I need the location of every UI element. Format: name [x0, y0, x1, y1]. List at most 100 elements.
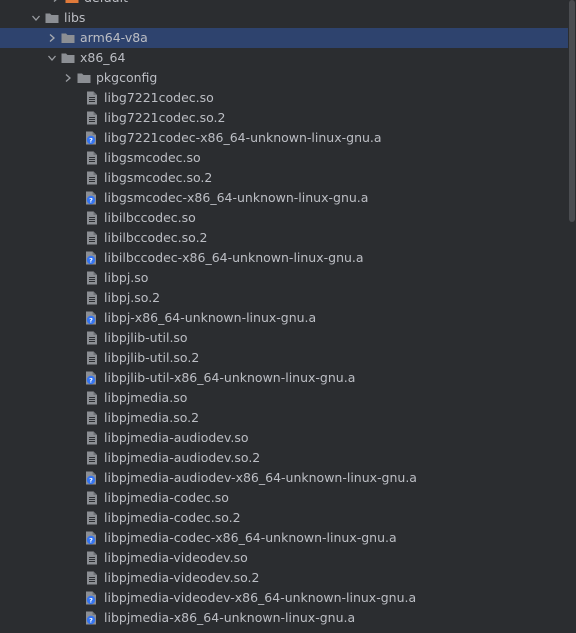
folder-icon	[64, 0, 80, 8]
file-icon	[84, 268, 100, 288]
scrollbar-thumb[interactable]	[569, 0, 575, 222]
file-label: libpjmedia-videodev.so.2	[104, 570, 260, 585]
svg-text:?: ?	[89, 136, 93, 144]
file-icon	[84, 88, 100, 108]
file-row[interactable]: libpjmedia-codec.so	[0, 488, 568, 508]
file-row[interactable]: libpjmedia.so	[0, 388, 568, 408]
file-label: libpjmedia-audiodev-x86_64-unknown-linux…	[104, 470, 417, 485]
folder-icon	[76, 68, 92, 88]
file-icon	[84, 228, 100, 248]
chevron-down-icon[interactable]	[28, 8, 44, 28]
file-label: libpj.so	[104, 270, 149, 285]
file-row[interactable]: libilbccodec.so.2	[0, 228, 568, 248]
tree-row-arm64-v8a[interactable]: arm64-v8a	[0, 28, 568, 48]
file-label: libpj-x86_64-unknown-linux-gnu.a	[104, 310, 317, 325]
file-row[interactable]: libpjmedia.so.2	[0, 408, 568, 428]
file-icon	[84, 408, 100, 428]
folder-icon	[44, 8, 60, 28]
svg-text:?: ?	[89, 376, 93, 384]
file-row[interactable]: ? libpjmedia-x86_64-unknown-linux-gnu.a	[0, 608, 568, 628]
file-icon	[84, 208, 100, 228]
file-icon	[84, 348, 100, 368]
file-row[interactable]: libg7221codec.so	[0, 88, 568, 108]
file-icon	[84, 508, 100, 528]
file-row[interactable]: libg7221codec.so.2	[0, 108, 568, 128]
file-icon	[84, 548, 100, 568]
tree-row-pkgconfig[interactable]: pkgconfig	[0, 68, 568, 88]
file-label: libpjmedia-codec.so	[104, 490, 229, 505]
tree-label: default	[84, 0, 128, 8]
file-label: libilbccodec.so	[104, 210, 196, 225]
svg-text:?: ?	[89, 616, 93, 624]
unknown-file-icon: ?	[84, 128, 100, 148]
file-icon	[84, 168, 100, 188]
chevron-right-icon[interactable]	[44, 28, 60, 48]
file-label: libpjlib-util.so.2	[104, 350, 200, 365]
folder-icon	[60, 28, 76, 48]
tree-label: x86_64	[80, 50, 126, 65]
file-label: libg7221codec.so	[104, 90, 214, 105]
svg-text:?: ?	[89, 476, 93, 484]
tree-label: arm64-v8a	[80, 30, 148, 45]
file-row[interactable]: ? libg7221codec-x86_64-unknown-linux-gnu.…	[0, 128, 568, 148]
file-label: libgsmcodec.so	[104, 150, 201, 165]
chevron-right-icon[interactable]	[48, 0, 64, 8]
vertical-scrollbar[interactable]	[568, 0, 576, 633]
file-label: libgsmcodec-x86_64-unknown-linux-gnu.a	[104, 190, 369, 205]
file-row[interactable]: ? libgsmcodec-x86_64-unknown-linux-gnu.a	[0, 188, 568, 208]
file-label: libgsmcodec.so.2	[104, 170, 213, 185]
file-row[interactable]: ? libpjmedia-codec-x86_64-unknown-linux-g…	[0, 528, 568, 548]
file-label: libilbccodec.so.2	[104, 230, 208, 245]
file-label: libilbccodec-x86_64-unknown-linux-gnu.a	[104, 250, 364, 265]
file-label: libpjmedia-x86_64-unknown-linux-gnu.a	[104, 610, 356, 625]
file-row[interactable]: libpjlib-util.so.2	[0, 348, 568, 368]
file-row[interactable]: ? libpjlib-util-x86_64-unknown-linux-gnu.…	[0, 368, 568, 388]
svg-text:?: ?	[89, 536, 93, 544]
file-row[interactable]: libgsmcodec.so.2	[0, 168, 568, 188]
file-label: libpjmedia-audiodev.so.2	[104, 450, 261, 465]
file-label: libg7221codec-x86_64-unknown-linux-gnu.a	[104, 130, 382, 145]
tree-row-default[interactable]: default	[0, 0, 568, 8]
file-icon	[84, 328, 100, 348]
chevron-right-icon[interactable]	[60, 68, 76, 88]
file-row[interactable]: ? libpjmedia-videodev-x86_64-unknown-linu…	[0, 588, 568, 608]
file-row[interactable]: libpjmedia-audiodev.so.2	[0, 448, 568, 468]
file-row[interactable]: libpjlib-util.so	[0, 328, 568, 348]
unknown-file-icon: ?	[84, 308, 100, 328]
file-row[interactable]: libpjmedia-audiodev.so	[0, 428, 568, 448]
file-row[interactable]: ? libpjmedia-audiodev-x86_64-unknown-linu…	[0, 468, 568, 488]
file-label: libpjmedia-codec.so.2	[104, 510, 241, 525]
file-label: libg7221codec.so.2	[104, 110, 226, 125]
file-icon	[84, 428, 100, 448]
svg-text:?: ?	[89, 316, 93, 324]
unknown-file-icon: ?	[84, 248, 100, 268]
file-label: libpjlib-util.so	[104, 330, 188, 345]
folder-icon	[60, 48, 76, 68]
chevron-down-icon[interactable]	[44, 48, 60, 68]
svg-text:?: ?	[89, 596, 93, 604]
file-row[interactable]: libpj.so	[0, 268, 568, 288]
unknown-file-icon: ?	[84, 468, 100, 488]
unknown-file-icon: ?	[84, 188, 100, 208]
file-row[interactable]: libilbccodec.so	[0, 208, 568, 228]
file-row[interactable]: libpjmedia-codec.so.2	[0, 508, 568, 528]
file-label: libpjmedia-videodev-x86_64-unknown-linux…	[104, 590, 417, 605]
file-row[interactable]: libpj.so.2	[0, 288, 568, 308]
file-label: libpj.so.2	[104, 290, 161, 305]
tree-row-libs[interactable]: libs	[0, 8, 568, 28]
file-row[interactable]: libpjmedia-videodev.so.2	[0, 568, 568, 588]
file-icon	[84, 108, 100, 128]
project-tree: default libs arm64-v8a x86_64	[0, 0, 576, 633]
file-label: libpjlib-util-x86_64-unknown-linux-gnu.a	[104, 370, 356, 385]
tree-row-x86-64[interactable]: x86_64	[0, 48, 568, 68]
file-label: libpjmedia-codec-x86_64-unknown-linux-gn…	[104, 530, 397, 545]
file-row[interactable]: ? libpj-x86_64-unknown-linux-gnu.a	[0, 308, 568, 328]
file-row[interactable]: libgsmcodec.so	[0, 148, 568, 168]
file-row[interactable]: ? libilbccodec-x86_64-unknown-linux-gnu.a	[0, 248, 568, 268]
unknown-file-icon: ?	[84, 608, 100, 628]
unknown-file-icon: ?	[84, 368, 100, 388]
file-row[interactable]: libpjmedia-videodev.so	[0, 548, 568, 568]
file-label: libpjmedia-videodev.so	[104, 550, 248, 565]
file-label: libpjmedia.so.2	[104, 410, 200, 425]
file-icon	[84, 288, 100, 308]
